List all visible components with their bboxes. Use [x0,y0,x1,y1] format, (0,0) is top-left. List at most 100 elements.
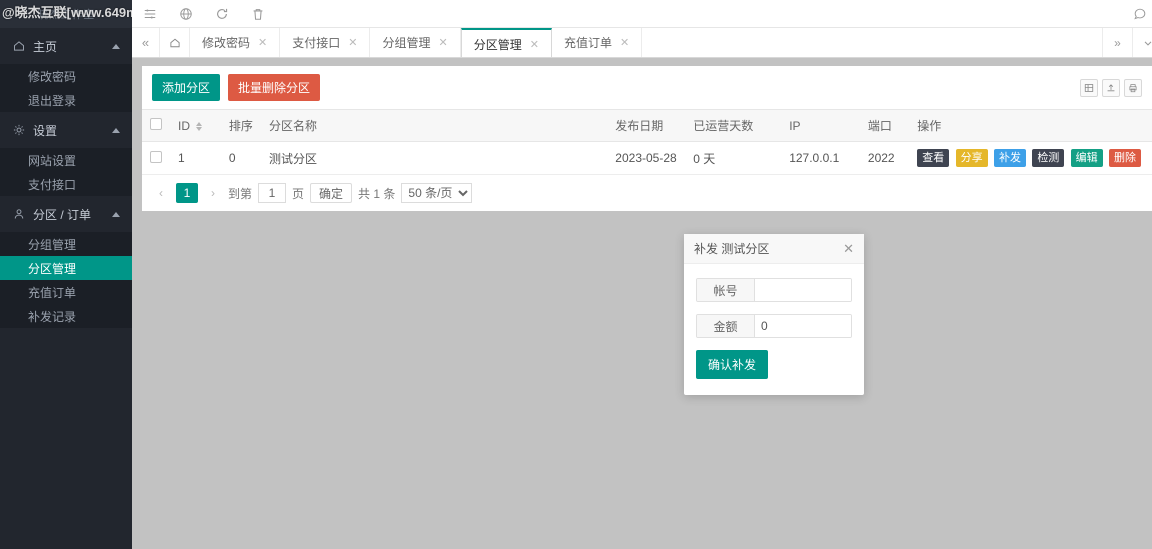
sidebar-group-home[interactable]: 主页 [0,28,132,64]
tab-payment-interface[interactable]: 支付接口 ✕ [280,28,371,57]
column-name: 分区名称 [260,109,608,142]
sort-icon[interactable] [196,121,203,131]
sidebar: 晓杰工作室 @晓杰互联[www.649m 主页 修改密码 退出登录 设置 网站设… [0,0,132,549]
sidebar-item-reissue-records[interactable]: 补发记录 [0,304,132,328]
close-icon[interactable]: ✕ [438,36,447,49]
modal-body: 帐号 金额 确认补发 [684,264,864,395]
add-partition-button[interactable]: 添加分区 [152,74,221,101]
amount-field-row: 金额 [696,314,852,338]
sidebar-logo-bar: 晓杰工作室 [0,0,132,28]
delete-button[interactable]: 删除 [1109,149,1141,168]
pagination: ‹ 1 › 到第 页 确定 共 1 条 50 条/页 [142,175,1152,211]
print-icon[interactable] [1124,78,1142,97]
column-publish-date: 发布日期 [607,109,686,142]
modal-title: 补发 测试分区 [694,242,770,256]
column-select-all [142,109,170,142]
account-field-label: 帐号 [697,279,755,301]
batch-delete-partition-button[interactable]: 批量删除分区 [228,74,321,101]
column-id[interactable]: ID [170,109,221,142]
account-input[interactable] [755,279,851,301]
sidebar-sub-home: 修改密码 退出登录 [0,64,132,112]
select-all-checkbox[interactable] [150,118,162,130]
chevron-up-icon [112,43,120,49]
goto-page-input[interactable] [258,183,287,204]
confirm-reissue-button[interactable]: 确认补发 [696,350,769,379]
sidebar-item-group-management[interactable]: 分组管理 [0,232,132,256]
partition-panel: 添加分区 批量删除分区 ID 排序 分区名称 发布日期 已运营天数 IP 端口 … [142,66,1152,212]
share-button[interactable]: 分享 [955,149,988,168]
chevron-down-icon[interactable] [1132,28,1152,57]
columns-icon[interactable] [1080,78,1098,97]
tab-label: 支付接口 [292,36,341,50]
sidebar-group-label: 分区 / 订单 [33,207,92,222]
sidebar-item-logout[interactable]: 退出登录 [0,88,132,112]
sidebar-item-recharge-orders[interactable]: 充值订单 [0,280,132,304]
amount-field-label: 金额 [697,315,755,337]
sidebar-sub-partition-orders: 分组管理 分区管理 充值订单 补发记录 [0,232,132,328]
home-icon [12,39,26,53]
cell-publish-date: 2023-05-28 [607,141,686,176]
double-chevron-left-icon[interactable]: « [132,28,160,57]
tab-recharge-orders[interactable]: 充值订单 ✕ [552,28,643,57]
tab-home-icon[interactable] [160,28,190,57]
page-number-1[interactable]: 1 [176,183,198,204]
tab-group-management[interactable]: 分组管理 ✕ [370,28,461,57]
close-icon[interactable]: ✕ [348,36,357,49]
close-icon[interactable]: ✕ [620,36,629,49]
row-checkbox[interactable] [150,150,162,163]
page-size-select[interactable]: 50 条/页 [401,183,473,204]
user-icon [12,207,26,221]
message-icon[interactable] [1126,0,1152,28]
tab-label: 分组管理 [382,36,431,50]
close-icon[interactable]: ✕ [258,36,267,49]
chevron-up-icon [112,211,120,217]
export-icon[interactable] [1102,78,1120,97]
trash-icon[interactable] [240,0,276,28]
goto-suffix-label: 页 [292,186,305,201]
sidebar-item-site-settings[interactable]: 网站设置 [0,148,132,172]
tab-change-password[interactable]: 修改密码 ✕ [190,28,281,57]
cell-name: 测试分区 [260,141,608,176]
tab-partition-management[interactable]: 分区管理 ✕ [460,28,552,57]
app-root: 晓杰工作室 @晓杰互联[www.649m 主页 修改密码 退出登录 设置 网站设… [0,0,1152,549]
double-chevron-right-icon[interactable]: » [1102,28,1132,57]
close-icon[interactable]: ✕ [843,242,854,255]
sidebar-item-payment-interface[interactable]: 支付接口 [0,172,132,196]
panel-toolbar-icons [1080,78,1142,97]
panel-toolbar: 添加分区 批量删除分区 [142,66,1152,109]
sidebar-logo-text: 晓杰工作室 [37,9,95,21]
sidebar-item-partition-management[interactable]: 分区管理 [0,256,132,280]
column-actions: 操作 [909,109,1152,142]
amount-input[interactable] [755,315,851,337]
tab-label: 修改密码 [202,36,251,50]
goto-confirm-button[interactable]: 确定 [310,183,353,204]
sidebar-nav: 主页 修改密码 退出登录 设置 网站设置 支付接口 分区 / 订单 分组管理 分… [0,28,132,328]
column-ip: IP [781,109,860,142]
edit-button[interactable]: 编辑 [1070,149,1103,168]
globe-icon[interactable] [168,0,204,28]
content-area: 添加分区 批量删除分区 ID 排序 分区名称 发布日期 已运营天数 IP 端口 … [132,58,1152,549]
sidebar-group-label: 设置 [33,123,58,138]
close-icon[interactable]: ✕ [530,38,539,51]
account-field-row: 帐号 [696,278,852,302]
total-count-label: 共 1 条 [358,186,396,201]
table-body: 1 0 测试分区 2023-05-28 0 天 127.0.0.1 2022 查… [142,141,1152,176]
refresh-icon[interactable] [204,0,240,28]
tab-label: 充值订单 [563,36,612,50]
chevron-right-icon[interactable]: › [204,183,222,203]
sidebar-group-settings[interactable]: 设置 [0,112,132,148]
detect-button[interactable]: 检测 [1032,149,1065,168]
table-header: ID 排序 分区名称 发布日期 已运营天数 IP 端口 操作 [142,109,1152,142]
view-button[interactable]: 查看 [917,149,950,168]
top-toolbar-right [1126,0,1152,28]
column-port: 端口 [859,109,910,142]
sidebar-sub-settings: 网站设置 支付接口 [0,148,132,196]
reissue-button[interactable]: 补发 [993,149,1026,168]
chevron-left-icon[interactable]: ‹ [152,183,170,203]
sidebar-item-change-password[interactable]: 修改密码 [0,64,132,88]
gear-icon [12,123,26,137]
tab-label: 分区管理 [473,37,522,52]
list-icon[interactable] [132,0,168,28]
sidebar-group-partition-orders[interactable]: 分区 / 订单 [0,196,132,232]
tab-bar: « 修改密码 ✕ 支付接口 ✕ 分组管理 ✕ 分区管理 ✕ 充值订单 ✕ » [132,28,1152,58]
